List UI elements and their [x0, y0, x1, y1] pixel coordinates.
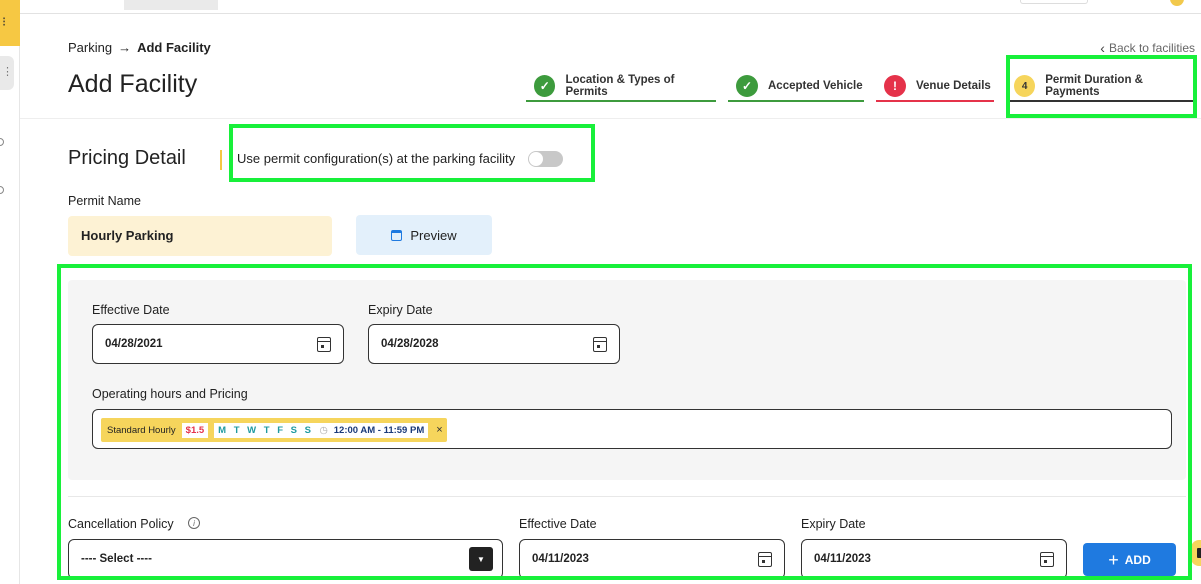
- calendar-icon: [391, 229, 403, 241]
- chat-icon[interactable]: [1191, 540, 1201, 566]
- arrow-right-icon: →: [118, 40, 132, 55]
- top-tab[interactable]: [124, 0, 218, 10]
- step-permit-duration-payments[interactable]: 4 Permit Duration & Payments: [1008, 70, 1195, 102]
- step-underline: [876, 100, 994, 102]
- select-value: ---- Select ----: [81, 553, 152, 565]
- step-label: Venue Details: [916, 80, 991, 92]
- chip-time: 12:00 AM - 11:59 PM: [333, 424, 425, 436]
- step-underline: [1008, 100, 1195, 102]
- check-icon: ✓: [736, 75, 758, 97]
- operating-hours-field[interactable]: Standard Hourly $1.5 M T W T F S S ◷ 12:…: [92, 409, 1172, 449]
- rail-dot-icon[interactable]: [0, 138, 4, 146]
- rail-active-item[interactable]: ⁝: [0, 0, 20, 46]
- globe-icon[interactable]: [0, 186, 4, 194]
- section-divider: [68, 496, 1186, 497]
- chip-schedule: M T W T F S S ◷ 12:00 AM - 11:59 PM: [214, 422, 429, 438]
- left-rail: ⁝ ⋮: [0, 0, 20, 584]
- step-label: Permit Duration & Payments: [1045, 74, 1143, 98]
- breadcrumb-current: Add Facility: [137, 40, 211, 55]
- calendar-icon[interactable]: [317, 336, 331, 352]
- breadcrumb-parent[interactable]: Parking: [68, 40, 112, 55]
- top-bar: [20, 0, 1201, 14]
- step-accepted-vehicle[interactable]: ✓ Accepted Vehicle: [728, 70, 864, 102]
- cancellation-expiry-date-label: Expiry Date: [801, 517, 866, 531]
- step-location-permits[interactable]: ✓ Location & Types of Permits: [526, 70, 716, 102]
- preview-label: Preview: [410, 227, 457, 243]
- step-label: Location & Types of Permits: [565, 74, 675, 98]
- step-label: Accepted Vehicle: [768, 80, 863, 92]
- operating-hours-label: Operating hours and Pricing: [92, 387, 248, 401]
- chip-days: M T W T F S S: [218, 424, 314, 436]
- expiry-date-input[interactable]: 04/28/2028: [368, 324, 620, 364]
- clock-icon: ◷: [319, 424, 328, 436]
- pricing-chip[interactable]: Standard Hourly $1.5 M T W T F S S ◷ 12:…: [101, 418, 447, 442]
- cancellation-effective-date-input[interactable]: 04/11/2023: [519, 539, 785, 579]
- chip-name: Standard Hourly: [107, 424, 176, 436]
- rail-menu-item[interactable]: ⋮: [0, 56, 14, 90]
- cancellation-expiry-date-input[interactable]: 04/11/2023: [801, 539, 1067, 579]
- expiry-date-label: Expiry Date: [368, 303, 433, 317]
- top-button[interactable]: [1020, 0, 1088, 4]
- back-link-label: Back to facilities: [1108, 41, 1195, 55]
- step-underline: [728, 100, 864, 102]
- chip-price: $1.5: [181, 422, 209, 438]
- calendar-icon[interactable]: [1040, 551, 1054, 567]
- cancellation-effective-date-label: Effective Date: [519, 517, 597, 531]
- back-to-facilities-link[interactable]: ‹ Back to facilities: [1100, 40, 1195, 56]
- step-underline: [526, 100, 716, 102]
- toggle-knob: [529, 152, 543, 166]
- add-label: ADD: [1124, 552, 1151, 567]
- rail-icon: ⁝: [2, 14, 7, 29]
- chevron-down-icon[interactable]: ▼: [469, 547, 493, 571]
- page-title: Add Facility: [68, 70, 198, 98]
- permit-name-label: Permit Name: [68, 194, 141, 208]
- header-divider: [20, 118, 1201, 119]
- info-icon[interactable]: i: [188, 517, 200, 529]
- more-icon: ⋮: [2, 66, 13, 78]
- expiry-date-value: 04/28/2028: [381, 338, 439, 350]
- cancellation-effective-date-value: 04/11/2023: [532, 553, 589, 565]
- calendar-icon[interactable]: [593, 336, 607, 352]
- check-icon: ✓: [534, 75, 556, 97]
- effective-date-label: Effective Date: [92, 303, 170, 317]
- breadcrumb: Parking → Add Facility: [68, 40, 211, 55]
- alert-icon: !: [884, 75, 906, 97]
- cancellation-policy-label: Cancellation Policy: [68, 517, 174, 531]
- effective-date-value: 04/28/2021: [105, 338, 163, 350]
- step-number: 4: [1014, 75, 1036, 97]
- permit-schedule-panel: [68, 280, 1186, 480]
- preview-button[interactable]: Preview: [356, 215, 492, 255]
- close-icon[interactable]: ×: [434, 424, 442, 436]
- add-button[interactable]: + ADD: [1083, 543, 1176, 576]
- calendar-icon[interactable]: [758, 551, 772, 567]
- step-venue-details[interactable]: ! Venue Details: [876, 70, 994, 102]
- plus-icon: +: [1108, 549, 1119, 570]
- permit-name-field[interactable]: Hourly Parking: [68, 216, 332, 256]
- effective-date-input[interactable]: 04/28/2021: [92, 324, 344, 364]
- cancellation-policy-select[interactable]: ---- Select ---- ▼: [68, 539, 503, 579]
- permit-config-toggle[interactable]: [528, 151, 563, 167]
- chevron-left-icon: ‹: [1100, 40, 1105, 56]
- toggle-label: Use permit configuration(s) at the parki…: [237, 151, 516, 166]
- divider: [220, 150, 222, 170]
- pricing-detail-title: Pricing Detail: [68, 147, 186, 169]
- cancellation-expiry-date-value: 04/11/2023: [814, 553, 871, 565]
